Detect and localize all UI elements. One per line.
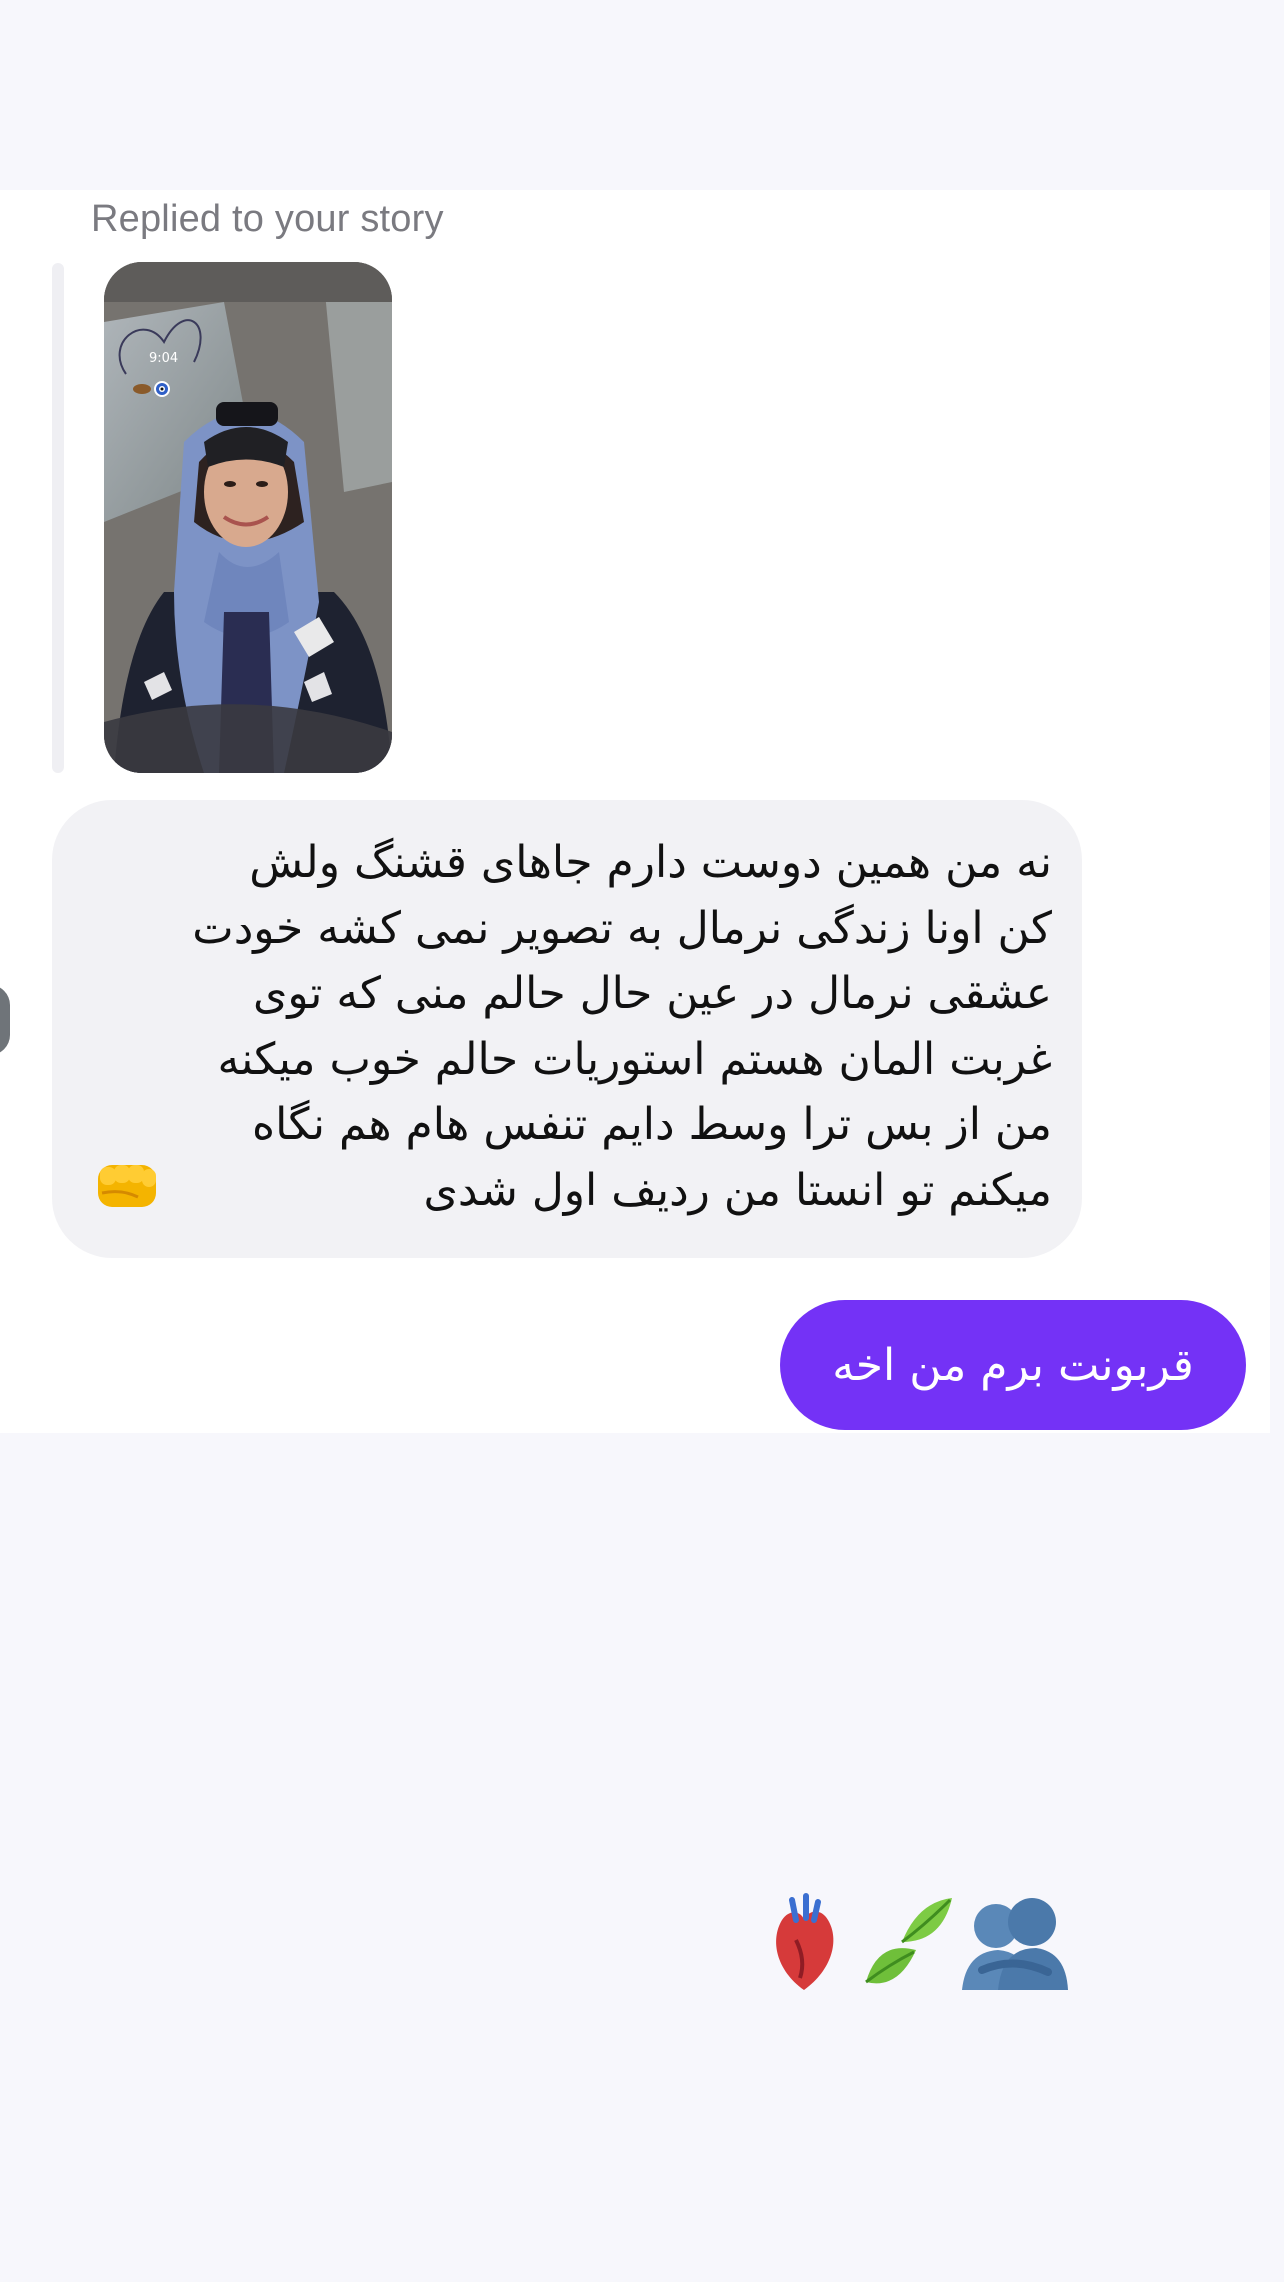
reaction-emoji-row[interactable] (758, 1890, 1078, 2010)
anatomical-heart-icon[interactable] (766, 1890, 842, 2000)
people-hugging-icon[interactable] (958, 1890, 1070, 2000)
story-thumbnail[interactable]: 9:04 (104, 262, 392, 773)
story-reply-label: Replied to your story (91, 198, 444, 240)
outgoing-message-text: قربونت برم من اخه (832, 1339, 1194, 1391)
oncoming-fist-icon (98, 1165, 156, 1207)
story-time-sticker: 9:04 (149, 351, 178, 366)
message-thread[interactable]: Replied to your story 9:04 نه من همین دو… (0, 190, 1270, 1433)
incoming-message-bubble[interactable]: نه من همین دوست دارم جاهای قشنگ ولش کن ا… (52, 800, 1082, 1258)
outgoing-message-bubble[interactable]: قربونت برم من اخه (780, 1300, 1246, 1430)
chat-screen: Replied to your story 9:04 نه من همین دو… (0, 0, 1284, 2282)
leaves-icon[interactable] (858, 1890, 954, 2000)
quote-bar (52, 263, 64, 773)
incoming-message-text: نه من همین دوست دارم جاهای قشنگ ولش کن ا… (192, 837, 1052, 1216)
